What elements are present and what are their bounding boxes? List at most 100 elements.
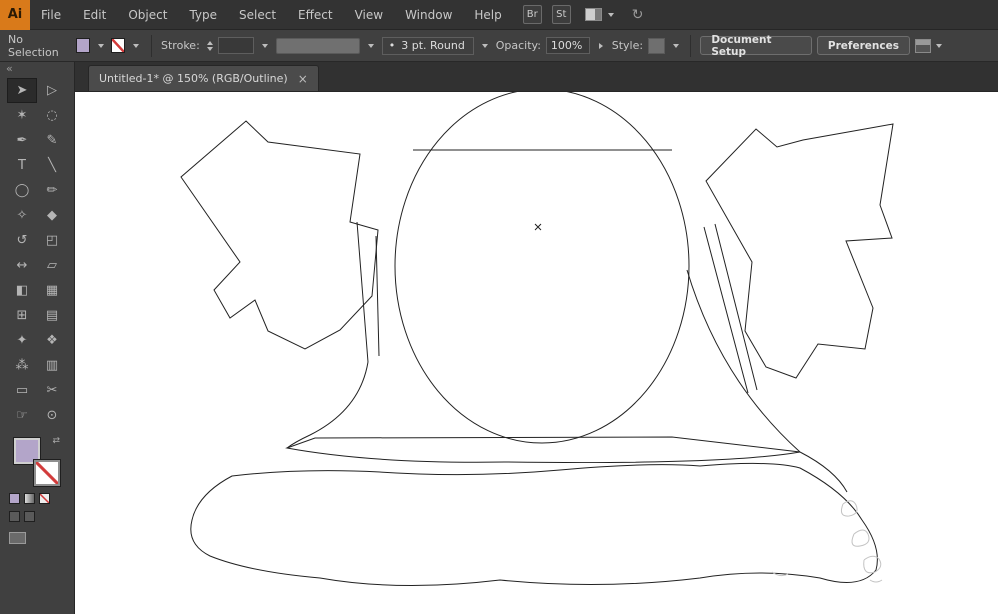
torso-right-path[interactable]: [686, 269, 801, 453]
width-profile-chevron-down-icon[interactable]: [365, 38, 377, 54]
menu-select[interactable]: Select: [228, 0, 287, 30]
color-mode-button[interactable]: [9, 493, 20, 504]
menu-window[interactable]: Window: [394, 0, 463, 30]
symbol-sprayer-tool-icon: ⁂: [15, 358, 29, 373]
paintbrush-tool[interactable]: ✏: [37, 178, 67, 203]
zoom-tool[interactable]: ⊙: [37, 403, 67, 428]
menu-type[interactable]: Type: [178, 0, 228, 30]
stroke-weight-stepper[interactable]: [206, 40, 213, 51]
center-point-mark[interactable]: [534, 223, 542, 231]
tools-panel-collapse-icon[interactable]: «: [0, 62, 74, 78]
lasso-tool[interactable]: ◌: [37, 103, 67, 128]
type-tool[interactable]: T: [7, 153, 37, 178]
none-mode-button[interactable]: [39, 493, 50, 504]
artboard-tool[interactable]: ▭: [7, 378, 37, 403]
width-profile-dropdown[interactable]: [276, 37, 360, 54]
graphic-style-swatch[interactable]: [648, 37, 665, 54]
screen-mode-button[interactable]: [9, 532, 26, 544]
selection-tool-icon: ➤: [16, 83, 28, 98]
blend-tool-icon: ❖: [46, 333, 58, 348]
stroke-weight-field[interactable]: [217, 37, 255, 54]
document-setup-button[interactable]: Document Setup: [700, 34, 812, 58]
bridge-button[interactable]: Br: [522, 5, 542, 24]
workspace-chevron-down-icon[interactable]: [607, 12, 614, 17]
paintbrush-tool-icon: ✏: [46, 183, 58, 198]
width-tool[interactable]: ↔: [7, 253, 37, 278]
shape-builder-tool[interactable]: ◧: [7, 278, 37, 303]
stock-button[interactable]: St: [551, 5, 571, 24]
pencil-tool[interactable]: ✎: [37, 128, 67, 153]
stroke-weight-chevron-down-icon[interactable]: [259, 38, 271, 54]
fill-chevron-down-icon[interactable]: [95, 38, 107, 54]
magic-wand-tool[interactable]: ✶: [7, 103, 37, 128]
opacity-input[interactable]: [545, 37, 590, 54]
gradient-tool[interactable]: ▤: [37, 303, 67, 328]
gradient-mode-button[interactable]: [24, 493, 35, 504]
symbol-sprayer-tool[interactable]: ⁂: [7, 353, 37, 378]
left-arm-path[interactable]: [356, 221, 380, 363]
head-outline-path[interactable]: [394, 92, 690, 444]
selection-status-label: No Selection: [8, 32, 59, 59]
fill-color-swatch[interactable]: [75, 38, 90, 53]
brush-chevron-down-icon[interactable]: [479, 38, 491, 54]
free-transform-tool-icon: ▱: [47, 258, 57, 273]
shaper-tool-icon: ✧: [16, 208, 28, 223]
style-chevron-down-icon[interactable]: [670, 38, 682, 54]
scale-tool[interactable]: ◰: [37, 228, 67, 253]
tools-grid: ➤ ▷ ✶ ◌ ✒ ✎ T ╲ ◯ ✏ ✧ ◆ ↺ ◰ ↔ ▱ ◧ ▦ ⊞ ▤: [0, 78, 74, 428]
left-wing-path[interactable]: [180, 120, 379, 350]
pen-tool[interactable]: ✒: [7, 128, 37, 153]
pencil-tool-icon: ✎: [46, 133, 58, 148]
base-slab-path[interactable]: [285, 436, 801, 464]
eraser-tool[interactable]: ◆: [37, 203, 67, 228]
stroke-color-swatch[interactable]: [111, 38, 126, 53]
ellipse-tool[interactable]: ◯: [7, 178, 37, 203]
eyedropper-tool-icon: ✦: [16, 333, 28, 348]
draw-normal-mode-button[interactable]: [9, 511, 20, 522]
lasso-tool-icon: ◌: [46, 108, 58, 123]
hand-tool[interactable]: ☞: [7, 403, 37, 428]
preferences-button[interactable]: Preferences: [816, 36, 910, 55]
menu-object[interactable]: Object: [117, 0, 178, 30]
stroke-color-indicator[interactable]: [34, 460, 60, 486]
document-tab[interactable]: Untitled-1* @ 150% (RGB/Outline) ×: [88, 65, 319, 91]
column-graph-tool[interactable]: ▥: [37, 353, 67, 378]
draw-behind-mode-button[interactable]: [24, 511, 35, 522]
fill-stroke-indicator: ⇄: [14, 436, 60, 486]
outline-artwork[interactable]: [75, 92, 998, 614]
rotate-tool[interactable]: ↺: [7, 228, 37, 253]
stroke-chevron-down-icon[interactable]: [130, 38, 142, 54]
artboard-canvas[interactable]: [75, 92, 998, 614]
menu-edit[interactable]: Edit: [72, 0, 117, 30]
separator: [151, 34, 153, 57]
menu-file[interactable]: File: [30, 0, 72, 30]
swap-fill-stroke-icon[interactable]: ⇄: [52, 436, 60, 446]
free-transform-tool[interactable]: ▱: [37, 253, 67, 278]
eyedropper-tool[interactable]: ✦: [7, 328, 37, 353]
panel-options-chevron-down-icon[interactable]: [936, 43, 942, 48]
torso-left-path[interactable]: [286, 361, 369, 449]
blend-tool[interactable]: ❖: [37, 328, 67, 353]
shaper-tool[interactable]: ✧: [7, 203, 37, 228]
brush-dot-icon: •: [388, 39, 396, 52]
selection-tool[interactable]: ➤: [7, 78, 37, 103]
touch-gesture-icon[interactable]: ↻: [632, 7, 644, 23]
menu-effect[interactable]: Effect: [287, 0, 344, 30]
brush-definition-dropdown[interactable]: • 3 pt. Round: [381, 36, 474, 55]
menu-help[interactable]: Help: [463, 0, 512, 30]
workspace-switcher-icon[interactable]: [584, 8, 602, 21]
direct-selection-tool-icon: ▷: [47, 83, 57, 98]
control-bar: No Selection Stroke: • 3 pt. Round Opaci…: [0, 30, 998, 62]
tab-close-icon[interactable]: ×: [298, 72, 308, 86]
base-blob-path[interactable]: [190, 462, 878, 587]
slice-tool[interactable]: ✂: [37, 378, 67, 403]
perspective-grid-tool[interactable]: ▦: [37, 278, 67, 303]
mesh-tool[interactable]: ⊞: [7, 303, 37, 328]
direct-selection-tool[interactable]: ▷: [37, 78, 67, 103]
opacity-slider-arrow-icon[interactable]: [595, 38, 607, 54]
menu-bar: Ai File Edit Object Type Select Effect V…: [0, 0, 998, 30]
menu-view[interactable]: View: [344, 0, 394, 30]
line-segment-tool[interactable]: ╲: [37, 153, 67, 178]
panel-options-icon[interactable]: [915, 38, 931, 53]
eraser-tool-icon: ◆: [47, 208, 57, 223]
